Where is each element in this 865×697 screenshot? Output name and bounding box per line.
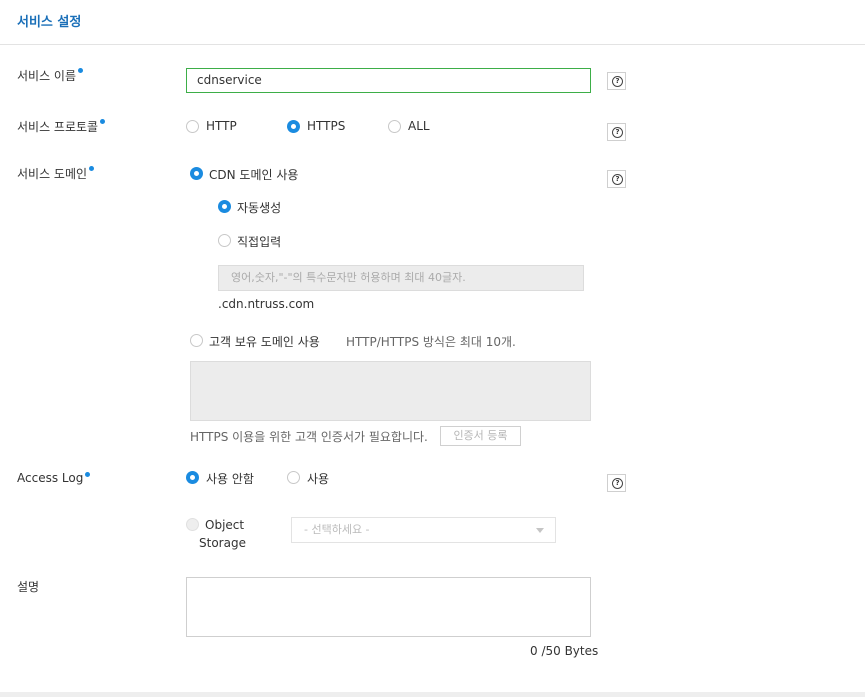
domain-suffix: .cdn.ntruss.com: [218, 297, 315, 311]
help-icon: ?: [612, 478, 623, 489]
help-icon: ?: [612, 174, 623, 185]
help-icon: ?: [612, 127, 623, 138]
description-label: 설명: [17, 580, 40, 594]
service-protocol-label-text: 서비스 프로토콜: [17, 120, 99, 134]
object-storage-label-line1: Object: [205, 518, 245, 532]
access-log-off-radio[interactable]: [186, 471, 199, 484]
manual-input-radio[interactable]: [218, 234, 231, 247]
object-storage-select-value: - 선택하세요 -: [304, 523, 370, 536]
auto-generate-label[interactable]: 자동생성: [237, 199, 281, 216]
header-divider: [0, 44, 865, 45]
service-name-label-text: 서비스 이름: [17, 69, 77, 83]
description-textarea[interactable]: [186, 577, 591, 637]
required-dot-icon: [78, 68, 84, 73]
custom-domain-textarea[interactable]: [190, 361, 591, 421]
auto-generate-radio[interactable]: [218, 200, 231, 213]
service-protocol-label: 서비스 프로토콜: [17, 118, 106, 135]
required-dot-icon: [100, 119, 106, 124]
chevron-down-icon: [536, 528, 544, 533]
manual-domain-input[interactable]: 영어,숫자,"-"의 특수문자만 허용하며 최대 40글자.: [218, 265, 584, 291]
object-storage-radio[interactable]: [186, 518, 199, 531]
custom-domain-label[interactable]: 고객 보유 도메인 사용: [209, 333, 320, 350]
service-domain-help-button[interactable]: ?: [607, 170, 626, 188]
cdn-domain-label[interactable]: CDN 도메인 사용: [209, 166, 298, 183]
manual-input-label[interactable]: 직접입력: [237, 233, 281, 250]
custom-domain-note: HTTP/HTTPS 방식은 최대 10개.: [346, 335, 516, 349]
access-log-label: Access Log: [17, 471, 91, 485]
access-log-on-radio[interactable]: [287, 471, 300, 484]
required-dot-icon: [89, 166, 95, 171]
cdn-domain-radio[interactable]: [190, 167, 203, 180]
service-domain-label: 서비스 도메인: [17, 165, 95, 182]
cert-register-button[interactable]: 인증서 등록: [440, 426, 521, 446]
service-name-label: 서비스 이름: [17, 67, 84, 84]
protocol-https-label[interactable]: HTTPS: [307, 119, 345, 133]
object-storage-select[interactable]: - 선택하세요 -: [291, 517, 556, 543]
page-title: 서비스 설정: [17, 15, 82, 30]
service-name-input[interactable]: cdnservice: [186, 68, 591, 93]
object-storage-label-line2: Storage: [199, 536, 246, 550]
protocol-all-label[interactable]: ALL: [408, 119, 430, 133]
service-name-help-button[interactable]: ?: [607, 72, 626, 90]
protocol-http-radio[interactable]: [186, 120, 199, 133]
access-log-help-button[interactable]: ?: [607, 474, 626, 492]
protocol-http-label[interactable]: HTTP: [206, 119, 237, 133]
required-dot-icon: [85, 472, 91, 477]
access-log-label-text: Access Log: [17, 471, 84, 485]
service-domain-label-text: 서비스 도메인: [17, 167, 88, 181]
service-protocol-help-button[interactable]: ?: [607, 123, 626, 141]
access-log-off-label[interactable]: 사용 안함: [206, 470, 254, 487]
https-cert-note: HTTPS 이용을 위한 고객 인증서가 필요합니다.: [190, 430, 428, 444]
protocol-https-radio[interactable]: [287, 120, 300, 133]
access-log-on-label[interactable]: 사용: [307, 470, 329, 487]
custom-domain-radio[interactable]: [190, 334, 203, 347]
footer-divider: [0, 692, 865, 697]
protocol-all-radio[interactable]: [388, 120, 401, 133]
byte-counter: 0 /50 Bytes: [530, 644, 599, 658]
help-icon: ?: [612, 76, 623, 87]
